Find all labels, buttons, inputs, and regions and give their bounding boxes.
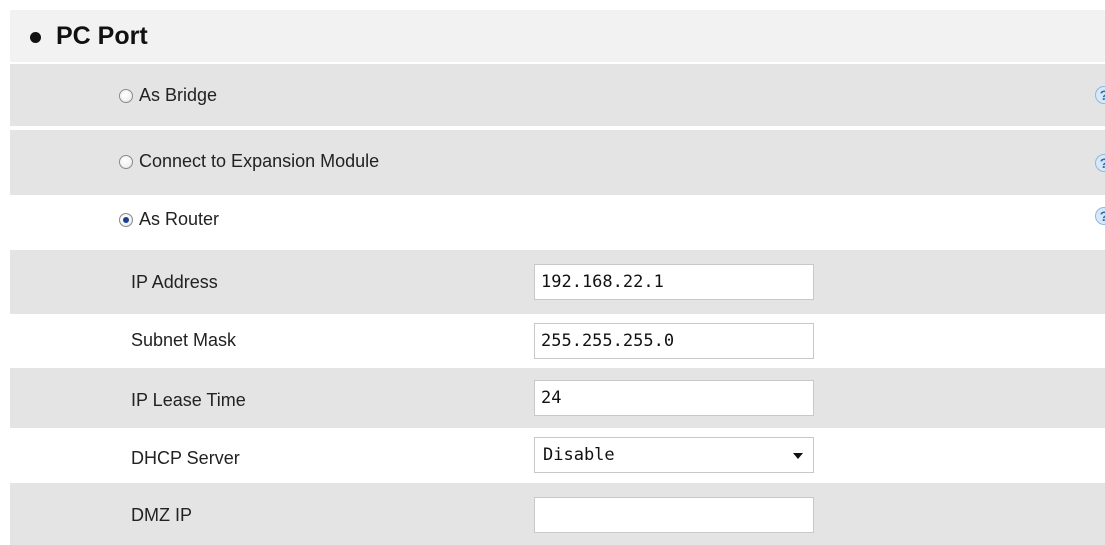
radio-row-as-bridge: As Bridge ?: [10, 64, 1105, 126]
question-help-icon[interactable]: ?: [1095, 154, 1105, 172]
ip-address-label: IP Address: [131, 272, 218, 292]
pc-port-settings-panel: PC Port As Bridge ? Connect to Expansion…: [0, 0, 1105, 545]
ip-address-input[interactable]: [534, 264, 814, 300]
field-row-dmz-ip: DMZ IP: [10, 483, 1105, 545]
radio-option-as-bridge[interactable]: As Bridge: [119, 85, 217, 106]
field-row-dhcp-server: DHCP Server Disable: [10, 428, 1105, 483]
chevron-down-icon: [793, 453, 803, 459]
as-bridge-radio[interactable]: [119, 88, 133, 103]
as-bridge-label: As Bridge: [139, 85, 218, 105]
ip-lease-time-label: IP Lease Time: [131, 390, 246, 410]
field-row-subnet-mask: Subnet Mask: [10, 314, 1105, 368]
dmz-ip-label: DMZ IP: [131, 505, 192, 525]
bullet-icon: [30, 32, 41, 43]
section-header: PC Port: [10, 10, 1105, 62]
radio-option-expansion-module[interactable]: Connect to Expansion Module: [119, 151, 379, 172]
field-row-ip-address: IP Address: [10, 250, 1105, 314]
radio-row-expansion-module: Connect to Expansion Module ?: [10, 130, 1105, 195]
field-row-ip-lease-time: IP Lease Time: [10, 368, 1105, 428]
dhcp-server-selected-value: Disable: [543, 445, 615, 465]
dmz-ip-input[interactable]: [534, 497, 814, 533]
radio-option-as-router[interactable]: As Router: [119, 209, 219, 230]
dhcp-server-label: DHCP Server: [131, 448, 240, 468]
dhcp-server-select[interactable]: Disable: [534, 437, 814, 473]
question-help-icon[interactable]: ?: [1095, 207, 1105, 225]
question-help-icon[interactable]: ?: [1095, 86, 1105, 104]
subnet-mask-input[interactable]: [534, 323, 814, 359]
subnet-mask-label: Subnet Mask: [131, 330, 237, 350]
expansion-module-radio[interactable]: [119, 154, 133, 169]
section-title: PC Port: [56, 22, 148, 50]
ip-lease-time-input[interactable]: [534, 380, 814, 416]
as-router-label: As Router: [139, 209, 220, 229]
as-router-radio[interactable]: [119, 212, 133, 227]
expansion-module-label: Connect to Expansion Module: [139, 151, 380, 171]
radio-row-as-router: As Router ?: [10, 195, 1105, 247]
